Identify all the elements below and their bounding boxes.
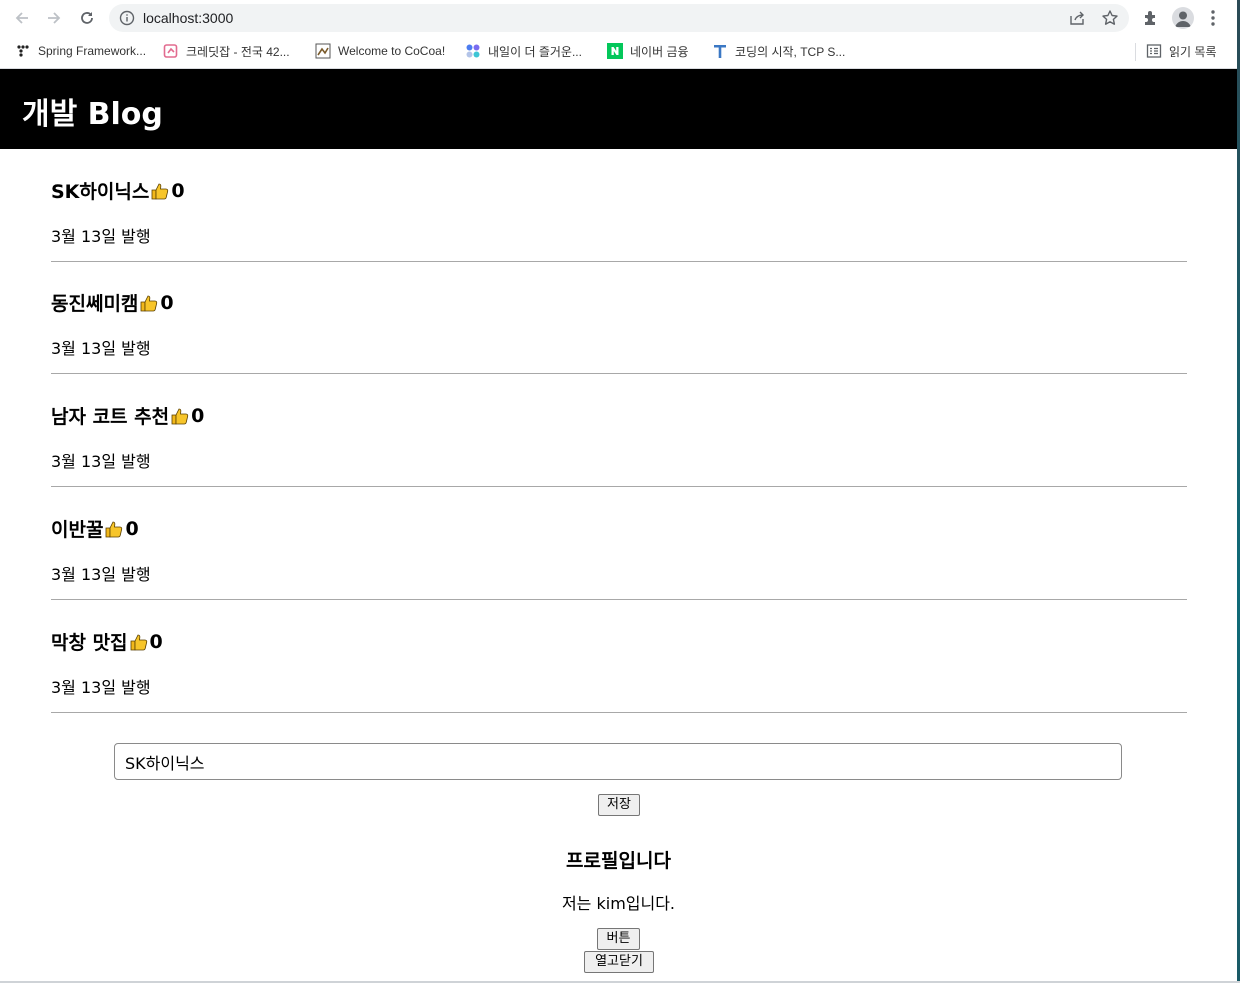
thumbs-up-icon[interactable] [170, 406, 190, 426]
blog-title: 개발 Blog [22, 97, 163, 132]
blog-header: 개발 Blog [0, 69, 1237, 149]
thumbs-up-icon[interactable] [104, 519, 124, 539]
back-button[interactable] [10, 7, 34, 29]
post-title[interactable]: 막창 맛집 0 [51, 628, 163, 655]
reload-icon [81, 12, 93, 24]
naver-icon [607, 43, 623, 59]
bookmark-item[interactable]: 네이버 금융 [607, 41, 689, 61]
user-icon [1175, 11, 1191, 27]
profile-title: 프로필입니다 [566, 850, 671, 872]
reading-list-button[interactable]: 읽기 목록 [1146, 41, 1217, 61]
bookmark-label: Spring Framework... [38, 44, 147, 58]
thumbs-up-icon[interactable] [129, 632, 149, 652]
reload-button[interactable] [75, 7, 99, 29]
share-icon[interactable] [1069, 10, 1085, 26]
cocoa-icon [315, 43, 331, 59]
bookmark-label: 네이버 금융 [630, 44, 689, 59]
list-item: 남자 코트 추천 0 3월 13일 발행 [51, 374, 1187, 487]
like-count: 0 [171, 179, 185, 202]
profile-avatar[interactable] [1172, 7, 1194, 29]
toggle-button[interactable]: 열고닫기 [584, 951, 654, 973]
forward-arrow-icon [48, 12, 61, 24]
extensions-icon[interactable] [1142, 9, 1160, 27]
post-title[interactable]: 동진쎄미캠 0 [51, 289, 174, 316]
tcp-school-icon [712, 43, 728, 59]
bookmark-label: Welcome to CoCoa! [338, 44, 446, 58]
list-item: 동진쎄미캠 0 3월 13일 발행 [51, 261, 1187, 374]
list-item: 이반꿀 0 3월 13일 발행 [51, 487, 1187, 600]
bookmark-item[interactable]: Welcome to CoCoa! [315, 41, 445, 61]
reading-list-label: 읽기 목록 [1169, 44, 1217, 59]
title-input[interactable] [114, 743, 1122, 780]
bookmark-label: 코딩의 시작, TCP S... [735, 44, 846, 59]
post-title-text: 이반꿀 [51, 519, 104, 541]
back-arrow-icon [15, 12, 28, 24]
creditjob-icon [163, 43, 179, 59]
reading-list-icon [1146, 43, 1162, 59]
post-date: 3월 13일 발행 [51, 452, 151, 471]
spring-dots-icon [15, 43, 31, 59]
like-count: 0 [191, 404, 205, 427]
post-title-text: 막창 맛집 [51, 632, 128, 654]
like-count: 0 [149, 630, 163, 653]
browser-toolbar: localhost:3000 [0, 0, 1237, 36]
bookmark-star-icon[interactable] [1101, 9, 1119, 27]
post-title-text: SK하이닉스 [51, 181, 150, 203]
post-title-text: 동진쎄미캠 [51, 293, 139, 315]
colorful-dots-icon [465, 43, 481, 59]
bookmark-item[interactable]: 내일이 더 즐거운... [465, 41, 582, 61]
url-text: localhost:3000 [143, 10, 234, 26]
list-item: SK하이닉스 0 3월 13일 발행 [51, 149, 1187, 262]
forward-button[interactable] [42, 7, 66, 29]
bookmarks-divider [1135, 43, 1136, 61]
post-title-text: 남자 코트 추천 [51, 406, 170, 428]
like-count: 0 [125, 517, 139, 540]
post-date: 3월 13일 발행 [51, 678, 151, 697]
thumbs-up-icon[interactable] [150, 181, 170, 201]
menu-dots-icon[interactable] [1210, 10, 1216, 26]
post-date: 3월 13일 발행 [51, 565, 151, 584]
bookmark-label: 내일이 더 즐거운... [488, 44, 582, 59]
list-item: 막창 맛집 0 3월 13일 발행 [51, 600, 1187, 713]
post-title[interactable]: 남자 코트 추천 0 [51, 402, 204, 429]
address-bar[interactable]: localhost:3000 [109, 4, 1129, 32]
thumbs-up-icon[interactable] [139, 293, 159, 313]
site-info-icon[interactable] [119, 10, 135, 26]
post-date: 3월 13일 발행 [51, 339, 151, 358]
save-button[interactable]: 저장 [598, 794, 640, 816]
post-date: 3월 13일 발행 [51, 227, 151, 246]
profile-button[interactable]: 버튼 [597, 928, 640, 950]
like-count: 0 [160, 291, 174, 314]
bookmark-item[interactable]: Spring Framework... [15, 41, 146, 61]
bookmarks-bar: Spring Framework... 크레딧잡 - 전국 42... Welc… [0, 36, 1237, 69]
bookmark-item[interactable]: 코딩의 시작, TCP S... [712, 41, 845, 61]
bookmark-label: 크레딧잡 - 전국 42... [186, 44, 290, 59]
post-title[interactable]: 이반꿀 0 [51, 515, 139, 542]
profile-text: 저는 kim입니다. [561, 894, 676, 913]
post-title[interactable]: SK하이닉스 0 [51, 177, 185, 204]
bookmark-item[interactable]: 크레딧잡 - 전국 42... [163, 41, 290, 61]
